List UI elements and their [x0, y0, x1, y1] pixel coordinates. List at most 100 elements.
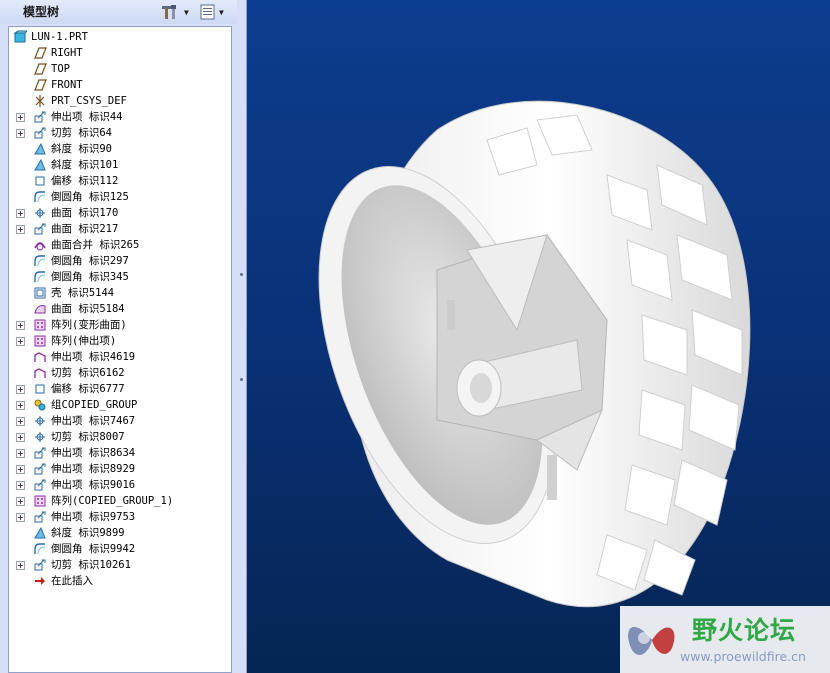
tree-item-label: 偏移 标识112 [51, 175, 119, 187]
tree-item[interactable]: 斜度 标识9899 [9, 525, 229, 541]
tools-icon [162, 5, 176, 19]
tree-item-label: 斜度 标识101 [51, 159, 119, 171]
tree-item[interactable]: 伸出项 标识4619 [9, 349, 229, 365]
merge-icon [34, 242, 46, 251]
tree-item[interactable]: 倒圆角 标识125 [9, 189, 229, 205]
round-icon [34, 271, 46, 283]
tree-item-label: 伸出项 标识44 [51, 111, 123, 123]
extrude-icon [34, 447, 46, 459]
expand-toggle-icon[interactable] [16, 225, 25, 234]
tree-item-label: 曲面 标识217 [51, 223, 119, 235]
tree-item[interactable]: 切剪 标识10261 [9, 557, 229, 573]
tree-item[interactable]: 倒圆角 标识297 [9, 253, 229, 269]
tree-item-label: 偏移 标识6777 [51, 383, 125, 395]
tree-item[interactable]: 伸出项 标识9016 [9, 477, 229, 493]
tree-item-label: 组COPIED_GROUP [51, 399, 138, 411]
tree-item-label: 伸出项 标识9753 [51, 511, 136, 523]
tree-item[interactable]: PRT_CSYS_DEF [9, 93, 229, 109]
tree-item-label: 伸出项 标识8929 [51, 463, 136, 475]
tree-item[interactable]: FRONT [9, 77, 229, 93]
tree-item[interactable]: 倒圆角 标识345 [9, 269, 229, 285]
watermark-url: www.proewildfire.cn [680, 649, 806, 664]
expand-toggle-icon[interactable] [16, 449, 25, 458]
expand-toggle-icon[interactable] [16, 513, 25, 522]
extrude-icon [34, 111, 46, 123]
tree-item[interactable]: 偏移 标识112 [9, 173, 229, 189]
list-view-icon [200, 4, 215, 20]
expand-toggle-icon[interactable] [16, 337, 25, 346]
expand-toggle-icon[interactable] [16, 385, 25, 394]
tree-item[interactable]: 伸出项 标识44 [9, 109, 229, 125]
tree-item[interactable]: 组COPIED_GROUP [9, 397, 229, 413]
tree-item[interactable]: 斜度 标识101 [9, 157, 229, 173]
expand-toggle-icon[interactable] [16, 113, 25, 122]
pattern-icon [34, 495, 46, 507]
model-tree-panel: 模型树 ▼ ▼ LUN-1.PRT RIGHT TOP FRONT PRT_CSYS_D… [0, 0, 247, 673]
tree-item[interactable]: 阵列(变形曲面) [9, 317, 229, 333]
round-icon [34, 255, 46, 267]
tree-item[interactable]: 曲面 标识170 [9, 205, 229, 221]
panel-splitter[interactable] [237, 0, 246, 673]
tree-item[interactable]: 阵列(COPIED_GROUP_1) [9, 493, 229, 509]
part-icon [13, 30, 27, 43]
tree-item-label: 阵列(变形曲面) [51, 319, 127, 331]
extrude-cut-icon [34, 127, 46, 139]
tree-item[interactable]: 伸出项 标识9753 [9, 509, 229, 525]
expand-toggle-icon[interactable] [16, 497, 25, 506]
tree-item[interactable]: 阵列(伸出项) [9, 333, 229, 349]
tree-item[interactable]: 曲面合并 标识265 [9, 237, 229, 253]
revolve-icon [35, 432, 45, 442]
tree-item[interactable]: 在此插入 [9, 573, 229, 589]
tree-item-label: 倒圆角 标识297 [51, 255, 129, 267]
shell-icon [34, 287, 46, 299]
model-tree: LUN-1.PRT RIGHT TOP FRONT PRT_CSYS_DEF 伸出项 标识… [8, 26, 232, 673]
tree-settings-button[interactable]: ▼ [160, 2, 189, 22]
round-icon [34, 191, 46, 203]
model-tree-header: 模型树 ▼ ▼ [0, 0, 246, 24]
tree-item[interactable]: 伸出项 标识8929 [9, 461, 229, 477]
expand-toggle-icon[interactable] [16, 417, 25, 426]
splitter-grip [240, 378, 243, 381]
expand-toggle-icon[interactable] [16, 401, 25, 410]
watermark-name: 野火论坛 [692, 616, 797, 645]
expand-toggle-icon[interactable] [16, 209, 25, 218]
model-tree-title: 模型树 [23, 5, 60, 19]
extrude-icon [34, 511, 46, 523]
tree-item[interactable]: 切剪 标识6162 [9, 365, 229, 381]
pattern-icon [34, 319, 46, 331]
expand-toggle-icon[interactable] [16, 561, 25, 570]
tree-item[interactable]: 切剪 标识64 [9, 125, 229, 141]
tree-item[interactable]: 倒圆角 标识9942 [9, 541, 229, 557]
tree-item[interactable]: 偏移 标识6777 [9, 381, 229, 397]
tree-item[interactable]: 切剪 标识8007 [9, 429, 229, 445]
tree-item-label: 伸出项 标识4619 [51, 351, 136, 363]
tree-item-label: 曲面合并 标识265 [51, 239, 140, 251]
revolve-icon [35, 416, 45, 426]
expand-toggle-icon[interactable] [16, 481, 25, 490]
tree-item-label: LUN-1.PRT [31, 31, 88, 43]
tree-item[interactable]: TOP [9, 61, 229, 77]
tree-item-label: 斜度 标识9899 [51, 527, 125, 539]
tree-item[interactable]: RIGHT [9, 45, 229, 61]
tree-item[interactable]: 斜度 标识90 [9, 141, 229, 157]
tree-item-label: RIGHT [51, 47, 83, 59]
sweep-icon [34, 352, 46, 362]
graphics-viewport[interactable] [247, 0, 830, 673]
tree-item[interactable]: 伸出项 标识8634 [9, 445, 229, 461]
tree-root[interactable]: LUN-1.PRT [9, 29, 229, 45]
tree-item-label: 曲面 标识5184 [51, 303, 125, 315]
tree-show-button[interactable]: ▼ [199, 2, 224, 22]
expand-toggle-icon[interactable] [16, 321, 25, 330]
tree-item-label: 在此插入 [51, 575, 93, 587]
tree-item[interactable]: 壳 标识5144 [9, 285, 229, 301]
expand-toggle-icon[interactable] [16, 433, 25, 442]
chevron-down-icon: ▼ [184, 7, 189, 17]
extrude-cut-icon [34, 559, 46, 571]
tree-item[interactable]: 曲面 标识217 [9, 221, 229, 237]
tree-item[interactable]: 伸出项 标识7467 [9, 413, 229, 429]
expand-toggle-icon[interactable] [16, 465, 25, 474]
splitter-grip [240, 273, 243, 276]
expand-toggle-icon[interactable] [16, 129, 25, 138]
draft-icon [34, 158, 46, 171]
tree-item[interactable]: 曲面 标识5184 [9, 301, 229, 317]
